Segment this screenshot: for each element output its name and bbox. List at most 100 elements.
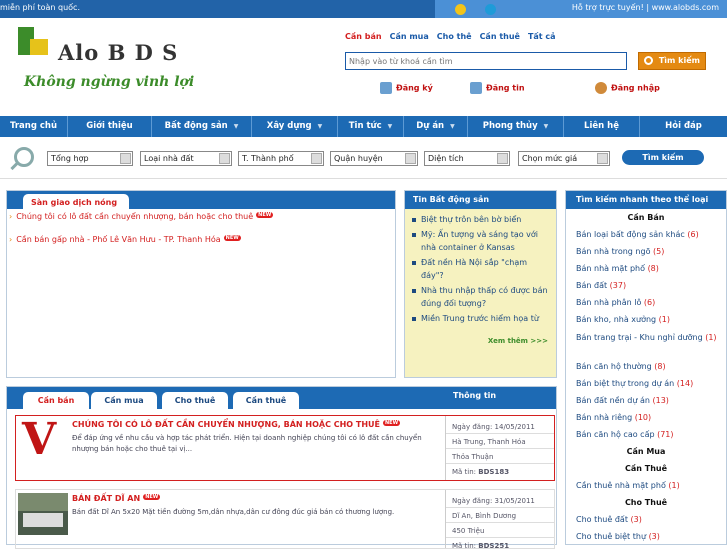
listing-row[interactable]: BÁN ĐẤT DĨ AN NEW Bán đất Dĩ An 5x20 Mặt …: [15, 489, 555, 550]
news-item[interactable]: Mỹ: Ấn tượng và sáng tạo với nhà contain…: [411, 228, 550, 254]
category-link[interactable]: Bán đất nền dự án (13): [576, 396, 724, 405]
listing-thumbnail[interactable]: [18, 493, 68, 535]
nav-label: Hỏi đáp: [665, 121, 702, 131]
news-panel: Tin Bất động sản Biệt thự trôn bên bờ bi…: [404, 190, 557, 378]
category-link[interactable]: Bán căn hộ thường (8): [576, 362, 724, 371]
hot-item-label: Cần bán gấp nhà - Phố Lê Văn Hưu - TP. T…: [16, 235, 221, 244]
nav-item-fengshui[interactable]: Phong thủy ▼: [468, 116, 564, 137]
news-item[interactable]: Miền Trung trước hiểm họa từ: [411, 312, 550, 325]
listings-panel: Cần bán Cần mua Cho thuê Cần thuê Thông …: [6, 386, 557, 550]
hot-item[interactable]: › Chúng tôi có lô đất cần chuyển nhượng, …: [9, 212, 274, 221]
category-link[interactable]: Bán trang trại - Khu nghỉ dưỡng (1): [576, 332, 724, 344]
chevron-down-icon: ▼: [387, 123, 393, 130]
select-value: Tổng hợp: [51, 154, 89, 163]
search-tab[interactable]: Cho thê: [437, 32, 472, 41]
hot-deals-panel: Sàn giao dịch nóng › Chúng tôi có lô đất …: [6, 190, 396, 378]
category-link[interactable]: Bán nhà trong ngõ (5): [576, 247, 724, 256]
quick-search-title: Tìm kiếm nhanh theo thể loại: [566, 191, 726, 209]
listing-location: Hà Trung, Thanh Hóa: [446, 435, 554, 449]
search-input[interactable]: [345, 52, 627, 70]
search-button[interactable]: Tìm kiếm: [638, 52, 706, 70]
category-link[interactable]: Bán nhà phân lô (6): [576, 298, 724, 307]
nav-item-about[interactable]: Giới thiệu: [68, 116, 152, 137]
post-link[interactable]: Đăng tin: [470, 82, 525, 94]
tab-for-rent[interactable]: Cho thuê: [162, 392, 228, 409]
users-icon: [380, 82, 392, 94]
category-link[interactable]: Bán loại bất động sản khác (6): [576, 230, 724, 239]
logo-mark[interactable]: [18, 27, 48, 55]
filter-search-button[interactable]: Tìm kiếm: [622, 150, 704, 165]
select-district[interactable]: Quận huyện: [330, 151, 418, 166]
group-heading: Cần Bán: [627, 213, 665, 222]
logo-text[interactable]: Alo B D S: [58, 40, 178, 65]
listing-code: Mã tin: BDS183: [452, 468, 510, 476]
listing-row[interactable]: V CHÚNG TÔI CÓ LÔ ĐẤT CẦN CHUYỂN NHƯỢNG,…: [15, 415, 555, 481]
news-more-link[interactable]: Xem thêm >>>: [488, 337, 548, 345]
nav-label: Dự án: [416, 121, 445, 131]
users-icon: [470, 82, 482, 94]
select-value: Loại nhà đất: [144, 154, 194, 163]
bullet-icon: ›: [9, 212, 13, 221]
group-heading: Cần Mua: [626, 447, 666, 456]
listing-desc: Bán đất Dĩ An 5x20 Mặt tiền đường 5m,dân…: [72, 508, 395, 516]
slogan: Không ngừng vinh lợi: [24, 74, 195, 90]
select-price[interactable]: Chọn mức giá: [518, 151, 610, 166]
dropdown-icon: [405, 153, 416, 164]
hot-item[interactable]: › Cần bán gấp nhà - Phố Lê Văn Hưu - TP. …: [9, 235, 241, 244]
login-link[interactable]: Đăng nhập: [595, 82, 660, 94]
select-city[interactable]: T. Thành phố: [238, 151, 324, 166]
search-tabs: Cần bán Cần mua Cho thê Cần thuê Tất cả: [345, 32, 564, 41]
category-link[interactable]: Bán nhà riêng (10): [576, 413, 724, 422]
nav-label: Trang chủ: [9, 121, 58, 131]
tab-hot-deals[interactable]: Sàn giao dịch nóng: [23, 194, 129, 211]
category-link[interactable]: Cho thuê đất (3): [576, 515, 724, 524]
category-link[interactable]: Bán biệt thự trong dự án (14): [576, 379, 724, 388]
yahoo-icon[interactable]: [455, 4, 466, 15]
new-badge: NEW: [223, 235, 241, 241]
news-item[interactable]: Đất nền Hà Nội sắp "chạm đáy"?: [411, 256, 550, 282]
nav-item-projects[interactable]: Dự án ▼: [404, 116, 468, 137]
nav-item-realestate[interactable]: Bất động sản ▼: [152, 116, 252, 137]
support-text[interactable]: Hỗ trợ trực tuyến! | www.alobds.com: [572, 3, 719, 12]
tab-for-sale[interactable]: Cần bán: [23, 392, 89, 409]
search-tab[interactable]: Cần thuê: [480, 32, 520, 41]
listing-location: Dĩ An, Bình Dương: [446, 509, 554, 523]
search-tab[interactable]: Cần mua: [390, 32, 429, 41]
bullet-icon: ›: [9, 235, 13, 244]
skype-icon[interactable]: [485, 4, 496, 15]
select-category[interactable]: Tổng hợp: [47, 151, 133, 166]
news-item[interactable]: Biệt thự trôn bên bờ biển: [411, 213, 550, 226]
user-icon: [595, 82, 607, 94]
listing-price: 450 Triệu: [446, 524, 554, 538]
news-item[interactable]: Nhà thu nhập thấp có được bán đúng đối t…: [411, 284, 550, 310]
nav-item-home[interactable]: Trang chủ: [0, 116, 68, 137]
category-link[interactable]: Bán kho, nhà xưởng (1): [576, 315, 724, 324]
chevron-down-icon: ▼: [233, 123, 239, 130]
category-link[interactable]: Cho thuê biệt thự (3): [576, 532, 724, 541]
register-link[interactable]: Đăng ký: [380, 82, 433, 94]
nav-item-news[interactable]: Tin tức ▼: [338, 116, 404, 137]
news-title: Tin Bất động sản: [405, 191, 556, 209]
search-tab[interactable]: Cần bán: [345, 32, 382, 41]
category-link[interactable]: Bán đất (37): [576, 281, 724, 290]
category-link[interactable]: Cần thuê nhà mặt phố (1): [576, 481, 724, 490]
listing-title[interactable]: CHÚNG TÔI CÓ LÔ ĐẤT CẦN CHUYỂN NHƯỢNG, B…: [72, 420, 401, 429]
nav-label: Tin tức: [348, 121, 382, 131]
new-badge: NEW: [256, 212, 274, 218]
select-area[interactable]: Diện tích: [424, 151, 510, 166]
tab-wanted-rent[interactable]: Cần thuê: [233, 392, 299, 409]
hot-item-label: Chúng tôi có lô đất cần chuyển nhượng, b…: [16, 212, 254, 221]
category-link[interactable]: Bán nhà mặt phố (8): [576, 264, 724, 273]
select-property-type[interactable]: Loại nhà đất: [140, 151, 232, 166]
tab-wanted-buy[interactable]: Cần mua: [91, 392, 157, 409]
category-link[interactable]: Bán căn hộ cao cấp (71): [576, 430, 724, 439]
nav-item-construction[interactable]: Xây dựng ▼: [252, 116, 338, 137]
listing-title[interactable]: BÁN ĐẤT DĨ AN NEW: [72, 494, 161, 503]
group-heading: Cần Thuê: [624, 464, 668, 473]
login-label: Đăng nhập: [611, 83, 660, 93]
nav-item-contact[interactable]: Liên hệ: [564, 116, 640, 137]
dropdown-icon: [120, 153, 131, 164]
search-tab[interactable]: Tất cả: [528, 32, 556, 41]
nav-item-faq[interactable]: Hỏi đáp: [640, 116, 727, 137]
news-list: Biệt thự trôn bên bờ biển Mỹ: Ấn tượng v…: [405, 209, 556, 325]
